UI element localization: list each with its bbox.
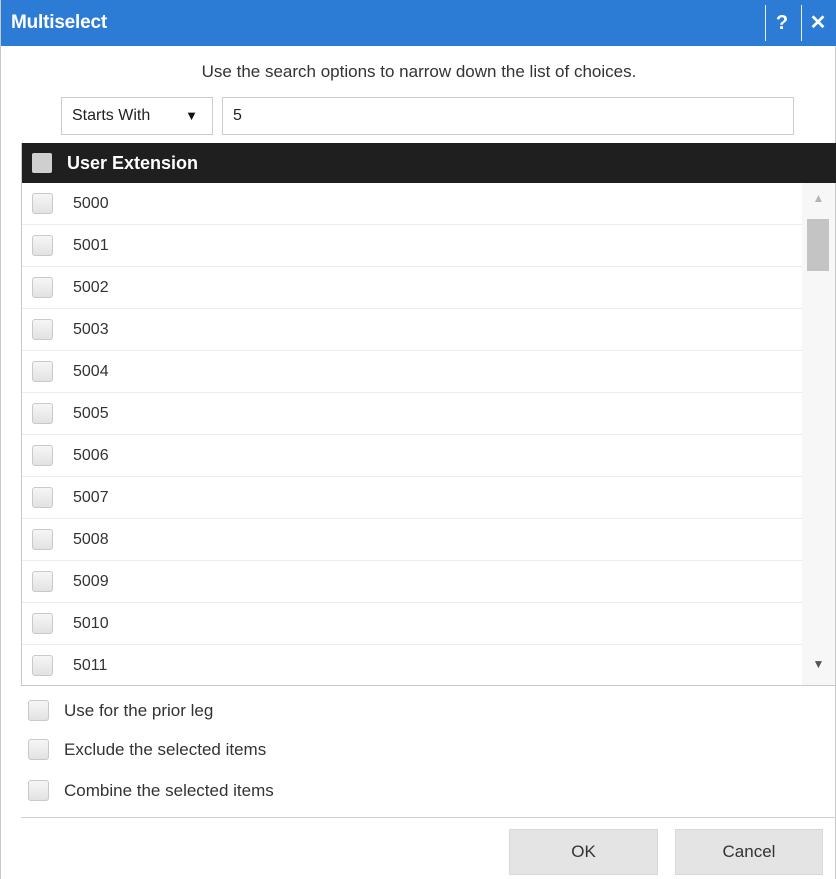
row-label: 5007 (73, 489, 109, 506)
cancel-button[interactable]: Cancel (675, 829, 823, 875)
list-item[interactable]: 5007 (22, 477, 802, 519)
row-label: 5010 (73, 615, 109, 632)
column-header-user-extension: User Extension (67, 153, 199, 173)
footer-divider (21, 817, 836, 818)
combine-checkbox[interactable] (28, 780, 49, 801)
row-label: 5006 (73, 447, 109, 464)
select-all-checkbox[interactable] (32, 153, 52, 173)
row-label: 5003 (73, 321, 109, 338)
row-checkbox[interactable] (32, 319, 53, 340)
list-item[interactable]: 5003 (22, 309, 802, 351)
row-label: 5001 (73, 237, 109, 254)
row-checkbox[interactable] (32, 235, 53, 256)
row-label: 5005 (73, 405, 109, 422)
search-mode-dropdown[interactable]: Starts With ▼ (61, 97, 213, 135)
row-checkbox[interactable] (32, 277, 53, 298)
list-item[interactable]: 5011 (22, 645, 802, 685)
row-label: 5008 (73, 531, 109, 548)
row-label: 5002 (73, 279, 109, 296)
scroll-up-icon[interactable]: ▲ (802, 191, 835, 209)
row-checkbox[interactable] (32, 571, 53, 592)
search-mode-value: Starts With (72, 107, 151, 124)
list-item[interactable]: 5001 (22, 225, 802, 267)
row-label: 5004 (73, 363, 109, 380)
multiselect-dialog: Multiselect ? ✕ Use the search options t… (0, 0, 836, 879)
prior-leg-label: Use for the prior leg (64, 701, 214, 720)
exclude-checkbox[interactable] (28, 739, 49, 760)
ok-button[interactable]: OK (509, 829, 658, 875)
row-checkbox[interactable] (32, 445, 53, 466)
row-checkbox[interactable] (32, 487, 53, 508)
exclude-label: Exclude the selected items (64, 740, 267, 759)
choices-grid: User Extension 5000 5001 5002 5003 5004 … (21, 143, 836, 686)
row-label: 5009 (73, 573, 109, 590)
dialog-title: Multiselect (11, 12, 107, 33)
list-item[interactable]: 5008 (22, 519, 802, 561)
prior-leg-checkbox[interactable] (28, 700, 49, 721)
list-item[interactable]: 5010 (22, 603, 802, 645)
list-item[interactable]: 5002 (22, 267, 802, 309)
row-label: 5000 (73, 195, 109, 212)
title-bar: Multiselect ? ✕ (1, 0, 836, 46)
help-button[interactable]: ? (765, 5, 798, 41)
list-item[interactable]: 5006 (22, 435, 802, 477)
list-item[interactable]: 5009 (22, 561, 802, 603)
row-checkbox[interactable] (32, 193, 53, 214)
row-checkbox[interactable] (32, 655, 53, 676)
scrollbar-thumb[interactable] (807, 219, 829, 271)
choices-list: 5000 5001 5002 5003 5004 5005 5006 5007 … (22, 183, 802, 685)
search-input[interactable] (222, 97, 794, 135)
row-checkbox[interactable] (32, 613, 53, 634)
row-label: 5011 (73, 657, 108, 674)
list-item[interactable]: 5000 (22, 183, 802, 225)
scroll-down-icon[interactable]: ▼ (802, 657, 835, 675)
combine-label: Combine the selected items (64, 781, 274, 800)
instructions-text: Use the search options to narrow down th… (201, 62, 637, 81)
list-scrollbar[interactable]: ▲ ▼ (802, 183, 835, 685)
list-item[interactable]: 5005 (22, 393, 802, 435)
list-item[interactable]: 5004 (22, 351, 802, 393)
grid-header: User Extension (22, 143, 836, 183)
row-checkbox[interactable] (32, 361, 53, 382)
close-icon[interactable]: ✕ (801, 5, 834, 41)
row-checkbox[interactable] (32, 403, 53, 424)
row-checkbox[interactable] (32, 529, 53, 550)
dropdown-arrow-icon: ▼ (185, 108, 198, 123)
